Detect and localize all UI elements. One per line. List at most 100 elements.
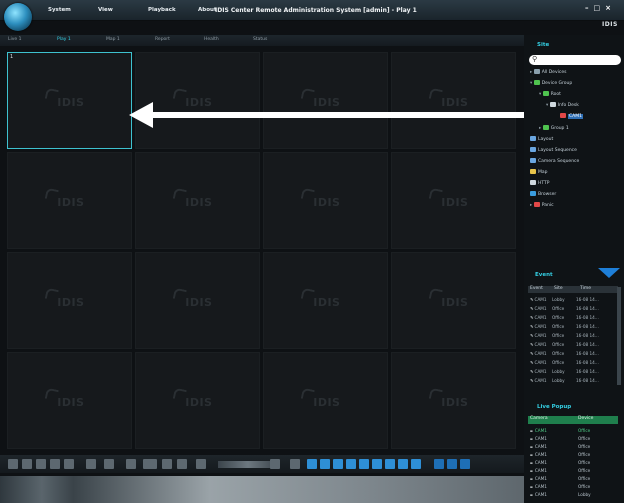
dropdown-arrow-icon[interactable]	[598, 268, 620, 278]
event-row[interactable]: CAM1Lobby 16-08 14...	[530, 369, 606, 374]
event-col-time[interactable]: Time	[578, 286, 610, 293]
event-row[interactable]: CAM1Office 16-08 14...	[530, 306, 606, 311]
toolbar-button[interactable]	[290, 459, 300, 469]
video-cell[interactable]: IDIS	[263, 252, 388, 349]
event-cell: CAM1	[530, 315, 552, 320]
site-tree-label: Device Group	[541, 81, 573, 86]
rewind-button[interactable]	[162, 459, 172, 469]
video-cell[interactable]: IDIS	[7, 352, 132, 449]
video-cell[interactable]: IDIS	[135, 52, 260, 149]
toolbar-button[interactable]	[22, 459, 32, 469]
live-row[interactable]: CAM1Office	[530, 444, 590, 449]
site-tree-item[interactable]: ▾ Root	[539, 91, 561, 97]
toolbar-button[interactable]	[126, 459, 136, 469]
video-cell[interactable]: IDIS	[7, 152, 132, 249]
event-row[interactable]: CAM1Office 16-08 14...	[530, 315, 606, 320]
event-row[interactable]: CAM1Office 16-08 14...	[530, 342, 606, 347]
video-cell[interactable]: IDIS	[263, 52, 388, 149]
live-row[interactable]: CAM1Office	[530, 468, 590, 473]
toolbar-button[interactable]	[86, 459, 96, 469]
event-row[interactable]: CAM1Lobby 16-08 14...	[530, 297, 606, 302]
event-row[interactable]: CAM1Office 16-08 14...	[530, 324, 606, 329]
video-cell[interactable]: IDIS	[135, 152, 260, 249]
video-cell[interactable]: IDIS	[391, 352, 516, 449]
toolbar-button[interactable]	[104, 459, 114, 469]
tab-live-1[interactable]: Live 1	[8, 37, 57, 42]
layout-4x4-button[interactable]	[346, 459, 356, 469]
live-row[interactable]: CAM1Office	[530, 428, 590, 433]
layout-2x2-button[interactable]	[320, 459, 330, 469]
event-row[interactable]: CAM1Lobby 16-08 14...	[530, 378, 606, 383]
site-tree-item[interactable]: ▾ Device Group	[530, 80, 572, 86]
site-tree-item[interactable]: ▸ All Devices	[530, 69, 566, 75]
maximize-icon[interactable]: □	[594, 4, 601, 12]
live-col-camera[interactable]: Camera	[528, 416, 578, 424]
layout-1x1-button[interactable]	[307, 459, 317, 469]
site-tree-item[interactable]: ▸ Panic	[530, 202, 554, 208]
live-row[interactable]: CAM1Office	[530, 452, 590, 457]
site-tree-item[interactable]: ▸ Group 1	[539, 125, 569, 131]
toolbar-button[interactable]	[50, 459, 60, 469]
live-row[interactable]: CAM1Office	[530, 484, 590, 489]
live-row[interactable]: CAM1Office	[530, 436, 590, 441]
video-cell[interactable]: IDIS	[391, 52, 516, 149]
toolbar-button[interactable]	[8, 459, 18, 469]
time-slider[interactable]	[218, 461, 278, 468]
video-cell[interactable]: IDIS	[135, 252, 260, 349]
site-tree-item[interactable]: HTTP	[530, 180, 550, 186]
live-col-device[interactable]: Device	[578, 416, 618, 424]
layout-button[interactable]	[385, 459, 395, 469]
play-button[interactable]	[177, 459, 187, 469]
site-tree-item[interactable]: ▾ Info Desk	[546, 102, 579, 108]
tab-map-1[interactable]: Map 1	[106, 37, 155, 42]
tab-health[interactable]: Health	[204, 37, 253, 42]
site-tree-item[interactable]: Layout	[530, 136, 553, 142]
layout-button[interactable]	[398, 459, 408, 469]
toolbar-button[interactable]	[36, 459, 46, 469]
event-scrollbar[interactable]	[617, 287, 621, 385]
layout-3x3-button[interactable]	[333, 459, 343, 469]
live-row[interactable]: CAM1Office	[530, 476, 590, 481]
layout-button[interactable]	[359, 459, 369, 469]
fullscreen-button[interactable]	[434, 459, 444, 469]
toolbar-button[interactable]	[143, 459, 157, 469]
site-tree-item[interactable]: Camera Sequence	[530, 158, 579, 164]
tab-report[interactable]: Report	[155, 37, 204, 42]
site-search-input[interactable]	[529, 55, 621, 65]
menu-playback[interactable]: Playback	[148, 7, 198, 13]
tab-play-1[interactable]: Play 1	[57, 37, 106, 42]
site-tree-item[interactable]: Layout Sequence	[530, 147, 577, 153]
idis-watermark: IDIS	[57, 295, 85, 309]
toolbar-button[interactable]	[270, 459, 280, 469]
minimize-icon[interactable]: –	[585, 4, 589, 12]
next-page-button[interactable]	[460, 459, 470, 469]
video-cell[interactable]: IDIS	[7, 252, 132, 349]
video-cell[interactable]: IDIS	[263, 152, 388, 249]
live-row[interactable]: CAM1Lobby	[530, 492, 591, 497]
event-col-site[interactable]: Site	[552, 286, 578, 293]
prev-page-button[interactable]	[447, 459, 457, 469]
video-cell[interactable]: IDIS	[135, 352, 260, 449]
video-cell[interactable]: 1 IDIS	[7, 52, 132, 149]
layout-button[interactable]	[411, 459, 421, 469]
event-row[interactable]: CAM1Office 16-08 14...	[530, 333, 606, 338]
tab-status[interactable]: Status	[253, 37, 302, 42]
menu-view[interactable]: View	[98, 7, 148, 13]
app-logo-icon[interactable]	[4, 3, 32, 31]
event-row[interactable]: CAM1Office 16-08 14...	[530, 360, 606, 365]
event-col-event[interactable]: Event	[528, 286, 552, 293]
menu-system[interactable]: System	[48, 7, 98, 13]
video-cell[interactable]: IDIS	[263, 352, 388, 449]
site-tree-item[interactable]: Browser	[530, 191, 556, 197]
event-cell: CAM1	[530, 360, 552, 365]
site-tree-item[interactable]: Map	[530, 169, 548, 175]
toolbar-button[interactable]	[64, 459, 74, 469]
step-button[interactable]	[196, 459, 206, 469]
video-cell[interactable]: IDIS	[391, 152, 516, 249]
site-tree-item[interactable]: CAM1	[560, 113, 583, 119]
close-icon[interactable]: ×	[605, 4, 611, 12]
event-row[interactable]: CAM1Office 16-08 14...	[530, 351, 606, 356]
video-cell[interactable]: IDIS	[391, 252, 516, 349]
live-row[interactable]: CAM1Office	[530, 460, 590, 465]
layout-button[interactable]	[372, 459, 382, 469]
